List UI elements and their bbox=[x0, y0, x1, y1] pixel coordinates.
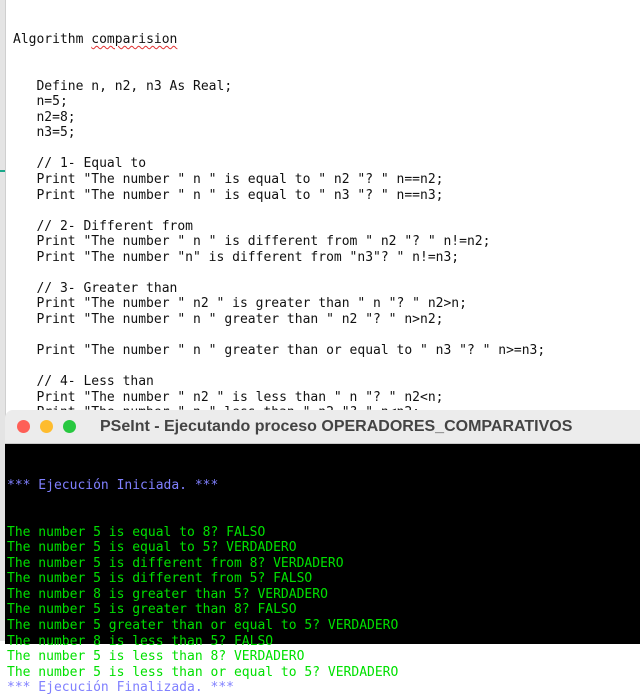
console-titlebar[interactable]: PSeInt - Ejecutando proceso OPERADORES_C… bbox=[5, 410, 640, 444]
minimize-button[interactable] bbox=[40, 420, 53, 433]
code-line: n=5; bbox=[13, 94, 68, 110]
code-line: Print "The number " n " is different fro… bbox=[13, 234, 491, 250]
output-line: The number 5 is different from 8? VERDAD… bbox=[7, 555, 344, 571]
output-line: The number 5 is equal to 5? VERDADERO bbox=[7, 540, 297, 556]
end-message: *** Ejecución Finalizada. *** bbox=[7, 680, 234, 696]
window-title: PSeInt - Ejecutando proceso OPERADORES_C… bbox=[100, 418, 573, 435]
code-line: Print "The number " n " is equal to " n2… bbox=[13, 172, 444, 188]
output-line: The number 5 greater than or equal to 5?… bbox=[7, 618, 399, 634]
code-line: Define n, n2, n3 As Real; bbox=[13, 78, 233, 94]
console-window: PSeInt - Ejecutando proceso OPERADORES_C… bbox=[5, 410, 640, 695]
code-line: n3=5; bbox=[13, 125, 76, 141]
output-line: The number 5 is greater than 8? FALSO bbox=[7, 602, 297, 618]
output-line: The number 5 is less than or equal to 5?… bbox=[7, 664, 399, 680]
console-output: *** Ejecución Iniciada. *** The number 5… bbox=[5, 444, 640, 695]
code-line: // 2- Different from bbox=[13, 218, 194, 234]
code-line: n2=8; bbox=[13, 109, 76, 125]
output-line: The number 5 is equal to 8? FALSO bbox=[7, 524, 266, 540]
decorative-line bbox=[0, 170, 5, 172]
code-line: Print "The number " n2 " is greater than… bbox=[13, 296, 467, 312]
code-line: Print "The number " n " is equal to " n3… bbox=[13, 187, 444, 203]
algorithm-name: comparision bbox=[91, 32, 178, 48]
code-line: Print "The number "n" is different from … bbox=[13, 249, 460, 265]
code-line: Print "The number " n2 " is less than " … bbox=[13, 389, 444, 405]
output-line: The number 8 is less than 5? FALSO bbox=[7, 633, 274, 649]
code-line: Algorithm comparision bbox=[13, 32, 545, 48]
close-button[interactable] bbox=[17, 420, 30, 433]
output-line: The number 5 is less than 8? VERDADERO bbox=[7, 649, 305, 665]
start-message: *** Ejecución Iniciada. *** bbox=[7, 478, 219, 494]
code-line: Print "The number " n " greater than " n… bbox=[13, 311, 444, 327]
algorithm-keyword: Algorithm bbox=[13, 32, 92, 48]
zoom-button[interactable] bbox=[63, 420, 76, 433]
code-line: // 3- Greater than bbox=[13, 280, 178, 296]
code-line: // 1- Equal to bbox=[13, 156, 147, 172]
code-line: // 4- Less than bbox=[13, 374, 154, 390]
code-line: Print "The number " n " greater than or … bbox=[13, 343, 546, 359]
output-line: The number 8 is greater than 5? VERDADER… bbox=[7, 586, 328, 602]
output-line: The number 5 is different from 5? FALSO bbox=[7, 571, 313, 587]
code-text[interactable]: Algorithm comparision Define n, n2, n3 A… bbox=[13, 1, 545, 467]
code-editor[interactable]: Algorithm comparision Define n, n2, n3 A… bbox=[6, 0, 640, 467]
